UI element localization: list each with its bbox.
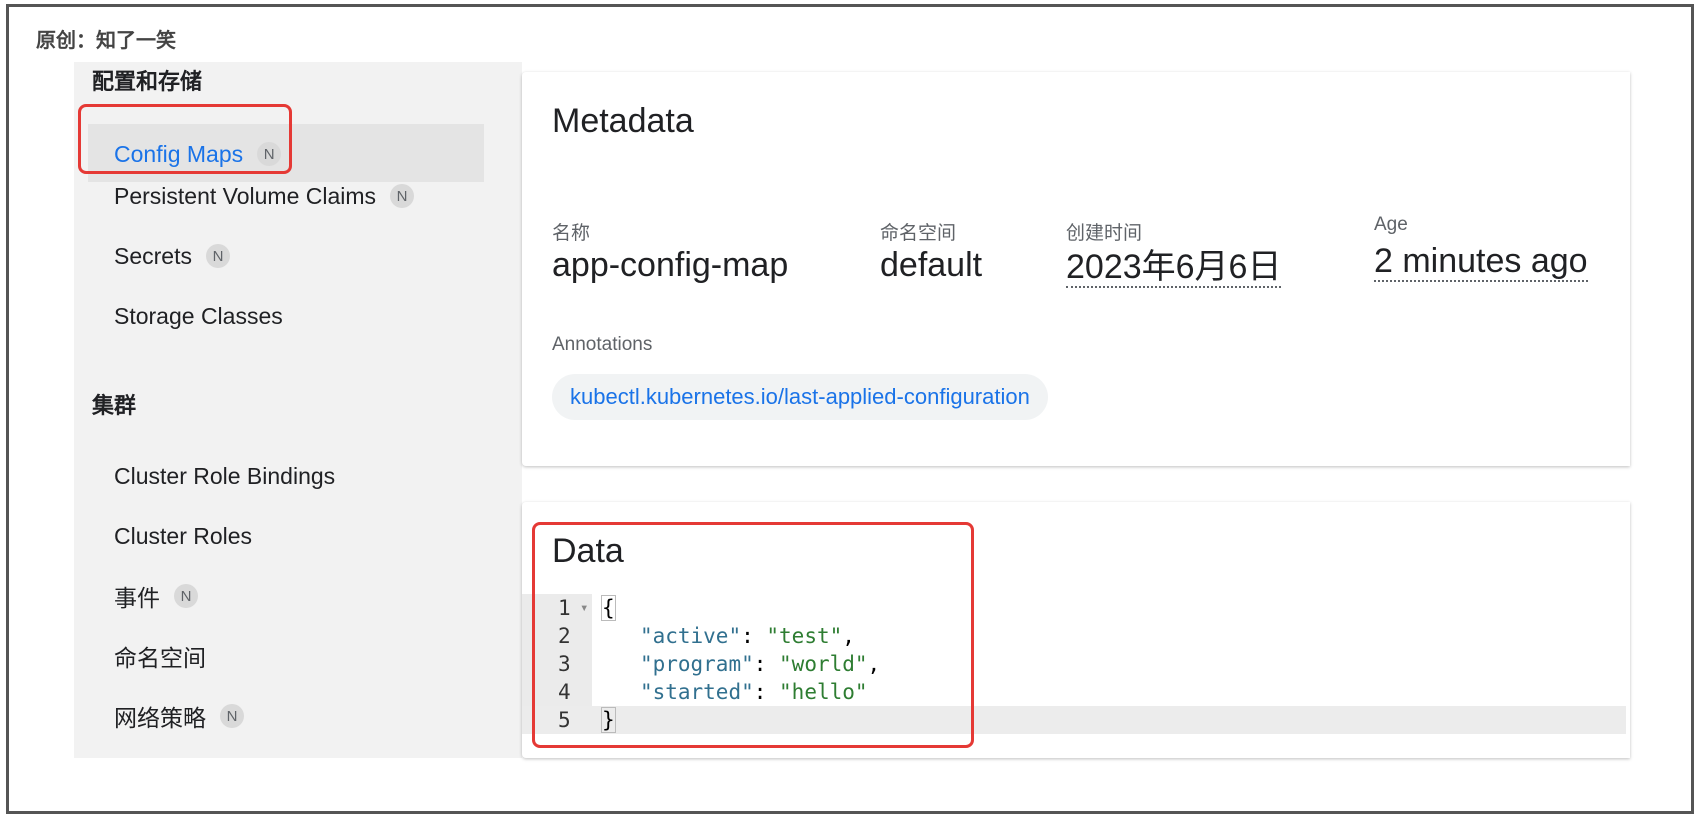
sidebar-item-namespaces[interactable]: 命名空间: [114, 638, 206, 674]
data-card: Data 1 ▾ { 2 "active": "test", 3 "progra…: [522, 502, 1630, 758]
sidebar-item-label: Cluster Roles: [114, 522, 253, 549]
sidebar-item-cluster-role-bindings[interactable]: Cluster Role Bindings: [114, 458, 335, 494]
metadata-title: Metadata: [552, 102, 694, 140]
name-value: app-config-map: [552, 246, 789, 284]
section-title-cluster: 集群: [92, 393, 137, 418]
created-label: 创建时间: [1066, 223, 1143, 244]
sidebar-item-label: Persistent Volume Claims: [114, 182, 377, 209]
namespaced-badge: N: [390, 184, 415, 208]
highlight-box-config-maps: [78, 104, 292, 174]
namespaced-badge: N: [205, 244, 230, 268]
namespace-label: 命名空间: [880, 223, 957, 244]
sidebar-item-events[interactable]: 事件 N: [114, 578, 198, 614]
sidebar-item-label: 网络策略: [114, 705, 206, 731]
sidebar: 配置和存储 Config Maps N Persistent Volume Cl…: [74, 62, 522, 758]
sidebar-item-cluster-roles[interactable]: Cluster Roles: [114, 518, 252, 554]
section-title-config-storage: 配置和存储: [92, 69, 203, 94]
created-value: 2023年6月6日: [1066, 248, 1282, 288]
namespaced-badge: N: [220, 704, 244, 728]
namespaced-badge: N: [174, 584, 198, 608]
sidebar-item-label: 事件: [114, 585, 160, 611]
sidebar-item-label: Storage Classes: [114, 302, 283, 329]
sidebar-item-storage-classes[interactable]: Storage Classes: [114, 298, 283, 334]
sidebar-item-label: Cluster Role Bindings: [114, 462, 336, 489]
sidebar-item-persistent-volume-claims[interactable]: Persistent Volume Claims N: [114, 178, 415, 214]
annotation-chip[interactable]: kubectl.kubernetes.io/last-applied-confi…: [552, 374, 1048, 420]
sidebar-item-label: 命名空间: [114, 645, 206, 671]
sidebar-item-network-policies[interactable]: 网络策略 N: [114, 698, 244, 734]
sidebar-item-label: Secrets: [114, 242, 192, 269]
metadata-card: Metadata 名称 app-config-map 命名空间 default …: [522, 72, 1630, 466]
name-label: 名称: [552, 223, 591, 244]
annotations-label: Annotations: [552, 334, 653, 355]
age-label: Age: [1374, 214, 1408, 235]
highlight-box-data: [532, 522, 974, 748]
namespace-value: default: [880, 246, 983, 284]
age-value: 2 minutes ago: [1374, 242, 1588, 282]
sidebar-item-secrets[interactable]: Secrets N: [114, 238, 230, 274]
watermark: 原创：知了一笑: [36, 30, 176, 52]
